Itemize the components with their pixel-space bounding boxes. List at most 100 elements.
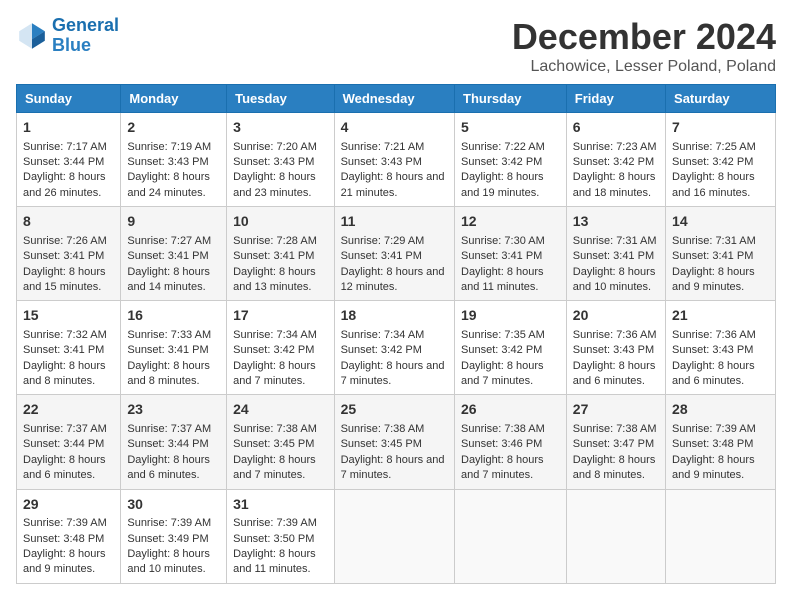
main-title: December 2024 — [512, 16, 776, 58]
day-number: 20 — [573, 306, 659, 326]
calendar-cell — [566, 489, 665, 583]
logo-line1: General — [52, 15, 119, 35]
logo-text: General Blue — [52, 16, 119, 56]
sunrise-text: Sunrise: 7:34 AM — [341, 329, 425, 341]
day-number: 10 — [233, 212, 327, 232]
daylight-text: Daylight: 8 hours and 9 minutes. — [23, 548, 106, 575]
day-number: 6 — [573, 118, 659, 138]
daylight-text: Daylight: 8 hours and 6 minutes. — [127, 454, 210, 481]
calendar-cell: 26 Sunrise: 7:38 AM Sunset: 3:46 PM Dayligh… — [455, 395, 567, 489]
sunrise-text: Sunrise: 7:31 AM — [672, 235, 756, 247]
calendar-cell: 11Sunrise: 7:29 AMSunset: 3:41 PMDayligh… — [334, 207, 454, 301]
day-number: 3 — [233, 118, 327, 138]
daylight-text: Daylight: 8 hours and 7 minutes. — [461, 454, 544, 481]
sunset-text: Sunset: 3:48 PM — [672, 438, 753, 450]
calendar-cell: 8Sunrise: 7:26 AMSunset: 3:41 PMDaylight… — [17, 207, 121, 301]
sunrise-text: Sunrise: 7:17 AM — [23, 141, 107, 153]
sunset-text: Sunset: 3:43 PM — [573, 344, 654, 356]
daylight-text: Daylight: 8 hours and 14 minutes. — [127, 266, 210, 293]
day-number: 12 — [461, 212, 560, 232]
week-row-3: 15Sunrise: 7:32 AMSunset: 3:41 PMDayligh… — [17, 301, 776, 395]
sunset-text: Sunset: 3:41 PM — [672, 250, 753, 262]
sunset-text: Sunset: 3:41 PM — [23, 250, 104, 262]
sunrise-text: Sunrise: 7:20 AM — [233, 141, 317, 153]
sunrise-text: Sunrise: 7:38 AM — [461, 423, 545, 435]
sunrise-text: Sunrise: 7:38 AM — [233, 423, 317, 435]
calendar-cell — [666, 489, 776, 583]
day-number: 18 — [341, 306, 448, 326]
sunrise-text: Sunrise: 7:34 AM — [233, 329, 317, 341]
sunset-text: Sunset: 3:42 PM — [672, 156, 753, 168]
daylight-text: Daylight: 8 hours and 8 minutes. — [573, 454, 656, 481]
logo-icon — [16, 20, 48, 52]
subtitle: Lachowice, Lesser Poland, Poland — [512, 58, 776, 76]
calendar-cell: 24Sunrise: 7:38 AMSunset: 3:45 PMDayligh… — [227, 395, 334, 489]
sunrise-text: Sunrise: 7:35 AM — [461, 329, 545, 341]
calendar-cell: 5Sunrise: 7:22 AMSunset: 3:42 PMDaylight… — [455, 113, 567, 207]
sunrise-text: Sunrise: 7:23 AM — [573, 141, 657, 153]
daylight-text: Daylight: 8 hours and 12 minutes. — [341, 266, 445, 293]
daylight-text: Daylight: 8 hours and 8 minutes. — [127, 360, 210, 387]
col-header-sunday: Sunday — [17, 85, 121, 113]
calendar-cell: 13Sunrise: 7:31 AMSunset: 3:41 PMDayligh… — [566, 207, 665, 301]
daylight-text: Daylight: 8 hours and 24 minutes. — [127, 171, 210, 198]
calendar-cell: 9Sunrise: 7:27 AMSunset: 3:41 PMDaylight… — [121, 207, 227, 301]
sunset-text: Sunset: 3:43 PM — [233, 156, 314, 168]
daylight-text: Daylight: 8 hours and 6 minutes. — [23, 454, 106, 481]
day-number: 27 — [573, 400, 659, 420]
daylight-text: Daylight: 8 hours and 6 minutes. — [573, 360, 656, 387]
daylight-text: Daylight: 8 hours and 7 minutes. — [461, 360, 544, 387]
daylight-text: Daylight: 8 hours and 11 minutes. — [461, 266, 544, 293]
daylight-text: Daylight: 8 hours and 11 minutes. — [233, 548, 316, 575]
sunset-text: Sunset: 3:42 PM — [461, 344, 542, 356]
sunrise-text: Sunrise: 7:21 AM — [341, 141, 425, 153]
daylight-text: Daylight: 8 hours and 7 minutes. — [233, 360, 316, 387]
header-row: SundayMondayTuesdayWednesdayThursdayFrid… — [17, 85, 776, 113]
title-block: December 2024 Lachowice, Lesser Poland, … — [512, 16, 776, 76]
calendar-cell: 19 Sunrise: 7:35 AM Sunset: 3:42 PM Dayligh… — [455, 301, 567, 395]
calendar-cell: 22Sunrise: 7:37 AMSunset: 3:44 PMDayligh… — [17, 395, 121, 489]
week-row-4: 22Sunrise: 7:37 AMSunset: 3:44 PMDayligh… — [17, 395, 776, 489]
sunrise-text: Sunrise: 7:29 AM — [341, 235, 425, 247]
sunset-text: Sunset: 3:42 PM — [461, 156, 542, 168]
sunset-text: Sunset: 3:43 PM — [341, 156, 422, 168]
sunrise-text: Sunrise: 7:39 AM — [127, 517, 211, 529]
calendar-cell: 1Sunrise: 7:17 AMSunset: 3:44 PMDaylight… — [17, 113, 121, 207]
calendar-cell: 20 Sunrise: 7:36 AM Sunset: 3:43 PM Dayligh… — [566, 301, 665, 395]
sunset-text: Sunset: 3:47 PM — [573, 438, 654, 450]
day-number: 1 — [23, 118, 114, 138]
col-header-monday: Monday — [121, 85, 227, 113]
sunrise-text: Sunrise: 7:26 AM — [23, 235, 107, 247]
calendar-cell: 23Sunrise: 7:37 AMSunset: 3:44 PMDayligh… — [121, 395, 227, 489]
sunset-text: Sunset: 3:41 PM — [233, 250, 314, 262]
calendar-cell: 12Sunrise: 7:30 AMSunset: 3:41 PMDayligh… — [455, 207, 567, 301]
calendar-cell — [455, 489, 567, 583]
col-header-friday: Friday — [566, 85, 665, 113]
calendar-cell — [334, 489, 454, 583]
sunrise-text: Sunrise: 7:39 AM — [233, 517, 317, 529]
sunrise-text: Sunrise: 7:36 AM — [573, 329, 657, 341]
sunset-text: Sunset: 3:46 PM — [461, 438, 542, 450]
sunset-text: Sunset: 3:42 PM — [573, 156, 654, 168]
calendar-cell: 2Sunrise: 7:19 AMSunset: 3:43 PMDaylight… — [121, 113, 227, 207]
daylight-text: Daylight: 8 hours and 10 minutes. — [127, 548, 210, 575]
daylight-text: Daylight: 8 hours and 6 minutes. — [672, 360, 755, 387]
day-number: 9 — [127, 212, 220, 232]
day-number: 19 — [461, 306, 560, 326]
daylight-text: Daylight: 8 hours and 9 minutes. — [672, 266, 755, 293]
week-row-5: 29Sunrise: 7:39 AMSunset: 3:48 PMDayligh… — [17, 489, 776, 583]
sunrise-text: Sunrise: 7:22 AM — [461, 141, 545, 153]
day-number: 24 — [233, 400, 327, 420]
sunrise-text: Sunrise: 7:19 AM — [127, 141, 211, 153]
col-header-wednesday: Wednesday — [334, 85, 454, 113]
sunset-text: Sunset: 3:41 PM — [127, 344, 208, 356]
day-number: 31 — [233, 495, 327, 515]
sunset-text: Sunset: 3:44 PM — [23, 438, 104, 450]
week-row-2: 8Sunrise: 7:26 AMSunset: 3:41 PMDaylight… — [17, 207, 776, 301]
sunrise-text: Sunrise: 7:32 AM — [23, 329, 107, 341]
day-number: 2 — [127, 118, 220, 138]
calendar-cell: 16Sunrise: 7:33 AMSunset: 3:41 PMDayligh… — [121, 301, 227, 395]
sunset-text: Sunset: 3:44 PM — [127, 438, 208, 450]
calendar-table: SundayMondayTuesdayWednesdayThursdayFrid… — [16, 84, 776, 584]
day-number: 26 — [461, 400, 560, 420]
